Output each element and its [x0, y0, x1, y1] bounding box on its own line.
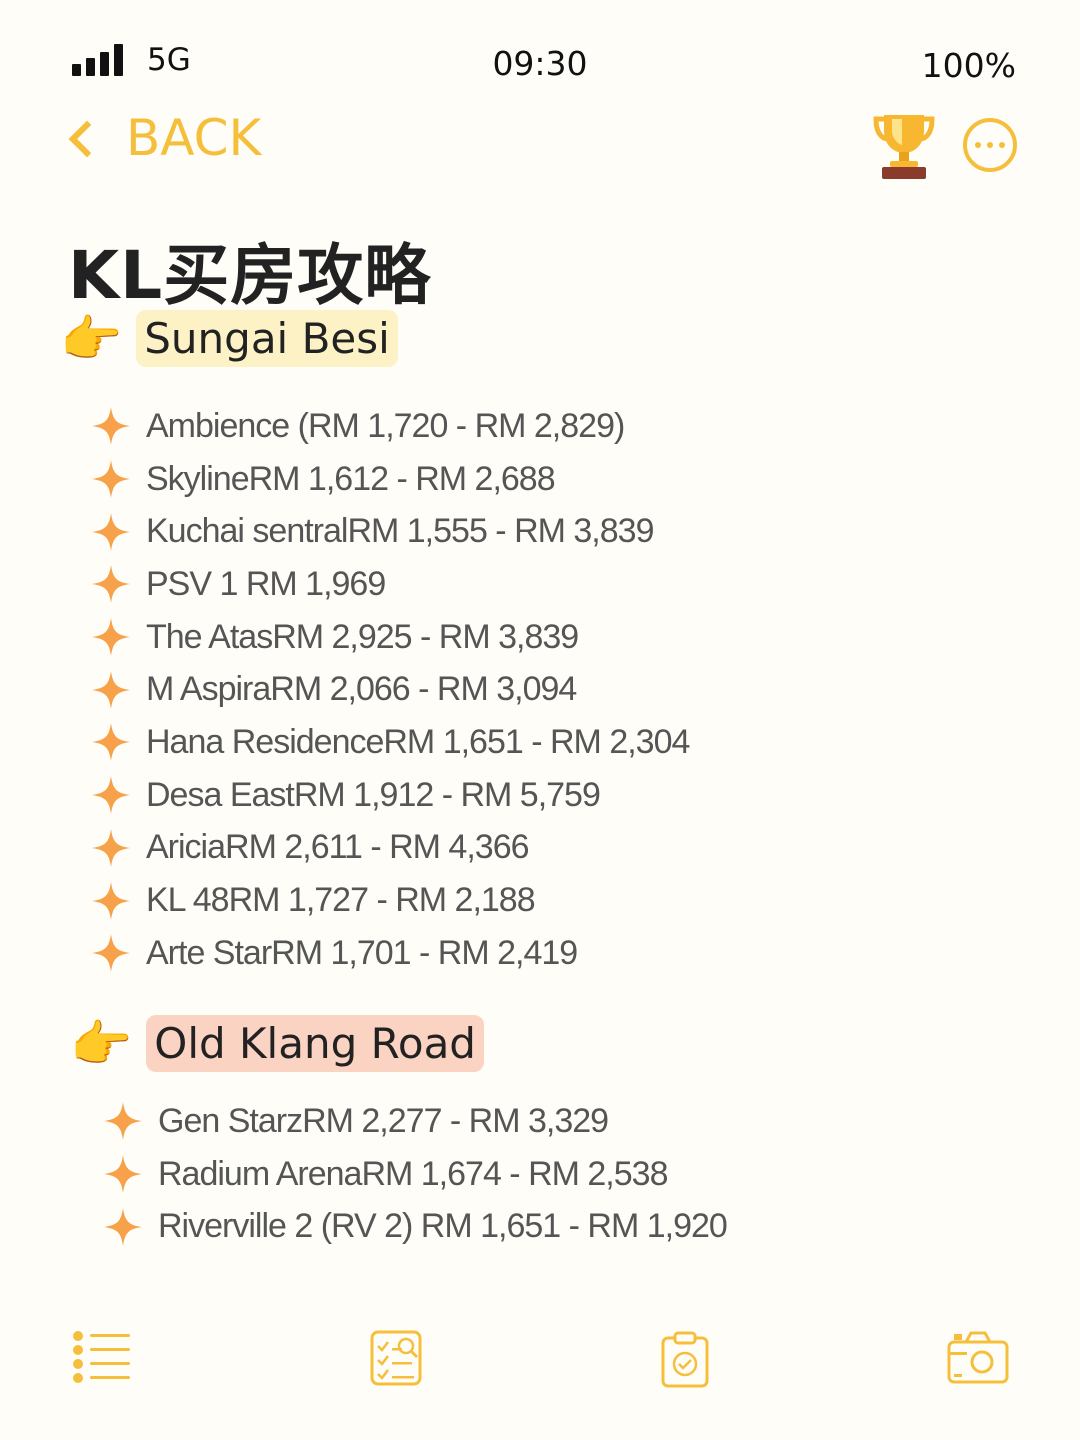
section-heading-old-klang-road: 👉 Old Klang Road [70, 1015, 484, 1072]
list-item: Gen StarzRM 2,277 - RM 3,329 [104, 1095, 727, 1148]
trophy-icon[interactable] [872, 109, 936, 181]
nav-bar: BACK [0, 105, 1080, 185]
property-price: M AspiraRM 2,066 - RM 3,094 [146, 670, 577, 709]
property-price: SkylineRM 1,612 - RM 2,688 [146, 459, 556, 498]
sparkle-icon [92, 881, 130, 920]
sparkle-icon [92, 723, 130, 762]
section-title: Old Klang Road [146, 1015, 484, 1072]
list-item: The AtasRM 2,925 - RM 3,839 [92, 611, 689, 664]
list-item: Riverville 2 (RV 2) RM 1,651 - RM 1,920 [104, 1200, 728, 1253]
sparkle-icon [104, 1155, 142, 1194]
clock: 09:30 [492, 44, 588, 83]
property-price: Gen StarzRM 2,277 - RM 3,329 [158, 1101, 609, 1140]
clipboard-check-icon[interactable] [660, 1330, 710, 1388]
back-button[interactable]: BACK [64, 109, 261, 167]
property-price: Kuchai sentralRM 1,555 - RM 3,839 [146, 512, 654, 551]
back-label: BACK [126, 109, 262, 167]
property-price: Arte StarRM 1,701 - RM 2,419 [146, 933, 578, 972]
status-bar: 5G 09:30 100% [0, 40, 1080, 90]
section-title: Sungai Besi [136, 310, 398, 367]
list-item: KL 48RM 1,727 - RM 2,188 [92, 874, 689, 927]
list-item: Desa EastRM 1,912 - RM 5,759 [92, 769, 689, 822]
pointing-hand-icon: 👉 [60, 309, 123, 368]
sparkle-icon [104, 1207, 142, 1246]
list-icon[interactable] [72, 1330, 132, 1384]
property-price: Ambience (RM 1,720 - RM 2,829) [146, 406, 625, 445]
more-options-button[interactable] [963, 118, 1017, 172]
page-title: KL买房攻略 [68, 237, 432, 314]
sparkle-icon [92, 776, 130, 815]
list-item: Arte StarRM 1,701 - RM 2,419 [92, 927, 689, 980]
sparkle-icon [104, 1102, 142, 1141]
property-price: Hana ResidenceRM 1,651 - RM 2,304 [146, 722, 690, 761]
sparkle-icon [92, 934, 130, 973]
section-heading-sungai-besi: 👉 Sungai Besi [60, 310, 398, 367]
property-price: Radium ArenaRM 1,674 - RM 2,538 [158, 1154, 668, 1193]
property-price: Riverville 2 (RV 2) RM 1,651 - RM 1,920 [158, 1207, 728, 1246]
list-item: Ambience (RM 1,720 - RM 2,829) [92, 400, 689, 453]
property-price: The AtasRM 2,925 - RM 3,839 [146, 617, 579, 656]
list-item: AriciaRM 2,611 - RM 4,366 [92, 822, 689, 875]
checklist-search-icon[interactable] [370, 1330, 424, 1386]
sparkle-icon [92, 670, 130, 709]
sparkle-icon [92, 828, 130, 867]
chevron-left-icon [68, 120, 106, 158]
battery-level: 100% [921, 46, 1016, 85]
list-item: Hana ResidenceRM 1,651 - RM 2,304 [92, 716, 690, 769]
property-list-old-klang-road: Gen StarzRM 2,277 - RM 3,329 Radium Aren… [104, 1095, 728, 1253]
pointing-hand-icon: 👉 [70, 1014, 133, 1073]
list-item: SkylineRM 1,612 - RM 2,688 [92, 453, 689, 506]
property-price: KL 48RM 1,727 - RM 2,188 [146, 881, 536, 920]
property-price: PSV 1 RM 1,969 [146, 564, 386, 603]
property-price: AriciaRM 2,611 - RM 4,366 [146, 828, 530, 867]
camera-icon[interactable] [946, 1330, 1010, 1384]
list-item: PSV 1 RM 1,969 [92, 558, 689, 611]
list-item: Kuchai sentralRM 1,555 - RM 3,839 [92, 505, 689, 558]
sparkle-icon [92, 618, 130, 657]
list-item: Radium ArenaRM 1,674 - RM 2,538 [104, 1148, 727, 1201]
sparkle-icon [92, 460, 130, 499]
list-item: M AspiraRM 2,066 - RM 3,094 [92, 663, 689, 716]
property-price: Desa EastRM 1,912 - RM 5,759 [146, 775, 601, 814]
sparkle-icon [92, 512, 130, 551]
sparkle-icon [92, 407, 130, 446]
property-list-sungai-besi: Ambience (RM 1,720 - RM 2,829) SkylineRM… [92, 400, 690, 980]
sparkle-icon [92, 565, 130, 604]
bottom-toolbar [0, 1330, 1080, 1400]
